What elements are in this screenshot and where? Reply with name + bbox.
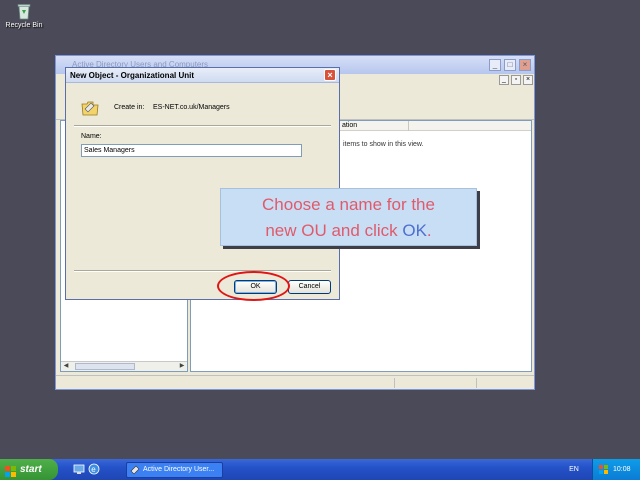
dialog-title: New Object - Organizational Unit — [70, 71, 195, 80]
new-ou-dialog: New Object - Organizational Unit × Creat… — [65, 67, 340, 300]
button-divider — [74, 270, 331, 272]
inner-minimize-icon[interactable]: _ — [499, 75, 509, 85]
ok-highlight-ring — [217, 271, 290, 301]
clock[interactable]: 10:08 — [613, 459, 631, 480]
column-header-description[interactable]: ation — [339, 121, 409, 131]
system-tray: 10:08 — [592, 459, 640, 480]
mmc-status-bar — [56, 375, 534, 389]
recycle-bin-icon — [16, 2, 32, 20]
maximize-icon[interactable]: □ — [504, 59, 516, 71]
taskbar-active-directory-button[interactable]: Active Directory User... — [126, 462, 223, 478]
task-button-label: Active Directory User... — [143, 466, 215, 473]
callout-ok-word: OK — [402, 221, 427, 240]
inner-close-icon[interactable]: × — [523, 75, 533, 85]
tree-horizontal-scrollbar[interactable]: ◀ ▶ — [61, 361, 187, 371]
network-icon[interactable] — [599, 465, 608, 474]
recycle-bin-shortcut[interactable]: Recycle Bin — [4, 2, 44, 29]
dialog-close-icon[interactable]: × — [324, 69, 336, 81]
internet-explorer-icon[interactable]: e — [88, 463, 100, 475]
name-label: Name: — [81, 133, 102, 140]
callout-line-2: new OU and click OK. — [221, 218, 476, 244]
start-button[interactable]: start — [0, 459, 58, 480]
active-directory-app-icon — [130, 465, 140, 475]
desktop-icon[interactable] — [73, 463, 85, 475]
scroll-thumb[interactable] — [75, 363, 135, 370]
dialog-title-bar[interactable]: New Object - Organizational Unit × — [66, 68, 339, 83]
create-in-label: Create in: — [114, 104, 145, 111]
empty-list-message: items to show in this view. — [343, 141, 424, 148]
cancel-button[interactable]: Cancel — [288, 280, 331, 294]
instruction-callout: Choose a name for the new OU and click O… — [220, 188, 477, 246]
recycle-bin-label: Recycle Bin — [5, 22, 43, 29]
callout-line-1: Choose a name for the — [262, 195, 435, 214]
minimize-icon[interactable]: _ — [489, 59, 501, 71]
callout-line-2-suffix: . — [426, 221, 432, 240]
scroll-right-icon[interactable]: ▶ — [177, 362, 187, 371]
divider — [74, 125, 331, 127]
svg-text:e: e — [91, 465, 96, 474]
close-icon[interactable]: × — [519, 59, 531, 71]
start-label: start — [20, 464, 42, 475]
scroll-left-icon[interactable]: ◀ — [61, 362, 71, 371]
create-in-path: ES-NET.co.uk/Managers — [153, 104, 230, 111]
language-indicator[interactable]: EN — [566, 463, 582, 476]
organizational-unit-folder-icon — [81, 100, 99, 116]
taskbar: start e Active Directory User... EN 10:0… — [0, 459, 640, 480]
inner-restore-icon[interactable]: ▫ — [511, 75, 521, 85]
ou-name-input[interactable] — [81, 144, 302, 157]
callout-line-2-prefix: new OU and click — [265, 221, 403, 240]
windows-flag-icon — [5, 464, 16, 477]
